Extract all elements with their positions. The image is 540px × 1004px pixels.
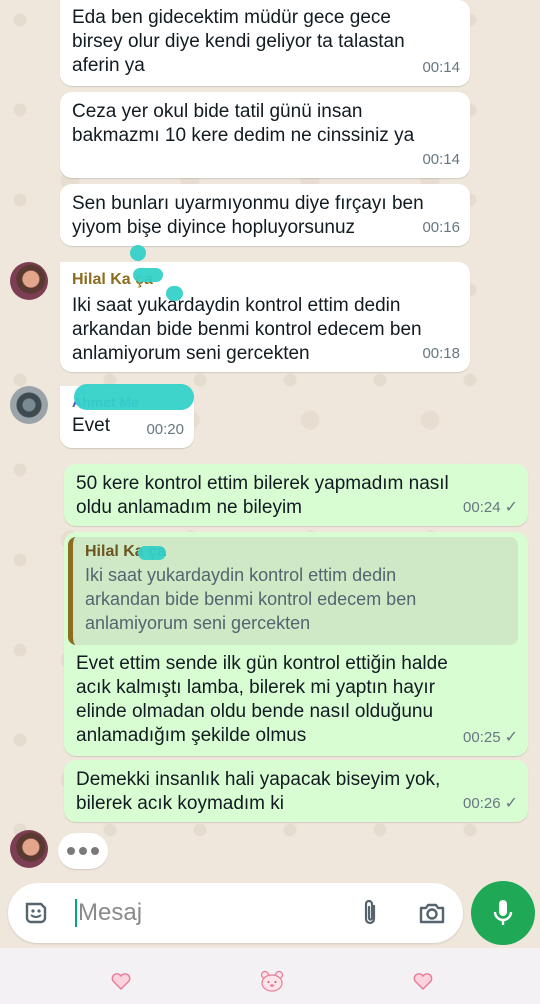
- mic-icon: [493, 900, 513, 925]
- message-text: 50 kere kontrol ettim bilerek yapmadım n…: [76, 473, 449, 518]
- read-receipt-icon: ✓: [504, 729, 518, 746]
- message-bubble-incoming[interactable]: Ceza yer okul bide tatil günü insan bakm…: [60, 92, 470, 178]
- message-time: 00:14: [422, 59, 460, 76]
- read-receipt-icon: ✓: [504, 795, 518, 812]
- read-receipt-icon: ✓: [504, 499, 518, 516]
- message-bubble-incoming[interactable]: Eda ben gidecektim müdür gece gece birse…: [60, 0, 470, 86]
- redaction-scribble: [166, 286, 183, 301]
- camera-icon[interactable]: [418, 899, 446, 927]
- quoted-text: Iki saat yukardaydin kontrol ettim dedin…: [85, 565, 417, 633]
- sender-name: Hilal Ka ça: [72, 271, 153, 288]
- typing-dot: [67, 847, 75, 855]
- bear-icon[interactable]: [260, 970, 284, 992]
- redaction-scribble: [74, 384, 194, 410]
- message-bubble-outgoing[interactable]: Demekki insanlık hali yapacak biseyim yo…: [64, 760, 528, 822]
- redaction-scribble: [130, 245, 146, 261]
- redaction-scribble: [138, 546, 166, 560]
- voice-record-button[interactable]: [471, 881, 535, 945]
- message-bubble-incoming[interactable]: Sen bunları uyarmıyonmu diye fırçayı ben…: [60, 184, 470, 246]
- message-text: Demekki insanlık hali yapacak biseyim yo…: [76, 769, 441, 814]
- message-time: 00:18: [422, 345, 460, 362]
- typing-dot: [79, 847, 87, 855]
- avatar[interactable]: [10, 262, 48, 300]
- message-text: Eda ben gidecektim müdür gece gece birse…: [72, 7, 405, 76]
- redaction-scribble: [133, 268, 163, 282]
- avatar[interactable]: [10, 830, 48, 868]
- message-text: Iki saat yukardaydin kontrol ettim dedin…: [72, 295, 422, 364]
- message-input[interactable]: Mesaj: [78, 899, 142, 927]
- message-text: Ceza yer okul bide tatil günü insan bakm…: [72, 101, 415, 146]
- message-bubble-outgoing[interactable]: 50 kere kontrol ettim bilerek yapmadım n…: [64, 464, 528, 526]
- avatar[interactable]: [10, 386, 48, 424]
- message-time: 00:24 ✓: [463, 499, 518, 516]
- message-time: 00:16: [422, 219, 460, 236]
- message-bubble-incoming[interactable]: Hilal Ka ça Iki saat yukardaydin kontrol…: [60, 262, 470, 372]
- message-composer[interactable]: Mesaj: [8, 883, 463, 943]
- sticker-icon[interactable]: [22, 899, 50, 927]
- message-time: 00:25 ✓: [463, 729, 518, 746]
- attach-icon[interactable]: [358, 899, 382, 927]
- typing-indicator: [58, 833, 108, 869]
- typing-dot: [91, 847, 99, 855]
- text-cursor: [75, 899, 77, 927]
- quoted-message[interactable]: Hilal Ka ça Iki saat yukardaydin kontrol…: [68, 537, 518, 645]
- message-time: 00:20: [146, 421, 184, 438]
- message-time: 00:14: [422, 151, 460, 168]
- heart-icon[interactable]: [110, 970, 132, 992]
- message-text: Evet ettim sende ilk gün kontrol ettiğin…: [76, 653, 448, 746]
- system-nav-bar: [0, 948, 540, 1004]
- message-text: Sen bunları uyarmıyonmu diye fırçayı ben…: [72, 193, 424, 238]
- heart-icon[interactable]: [412, 970, 434, 992]
- message-time: 00:26 ✓: [463, 795, 518, 812]
